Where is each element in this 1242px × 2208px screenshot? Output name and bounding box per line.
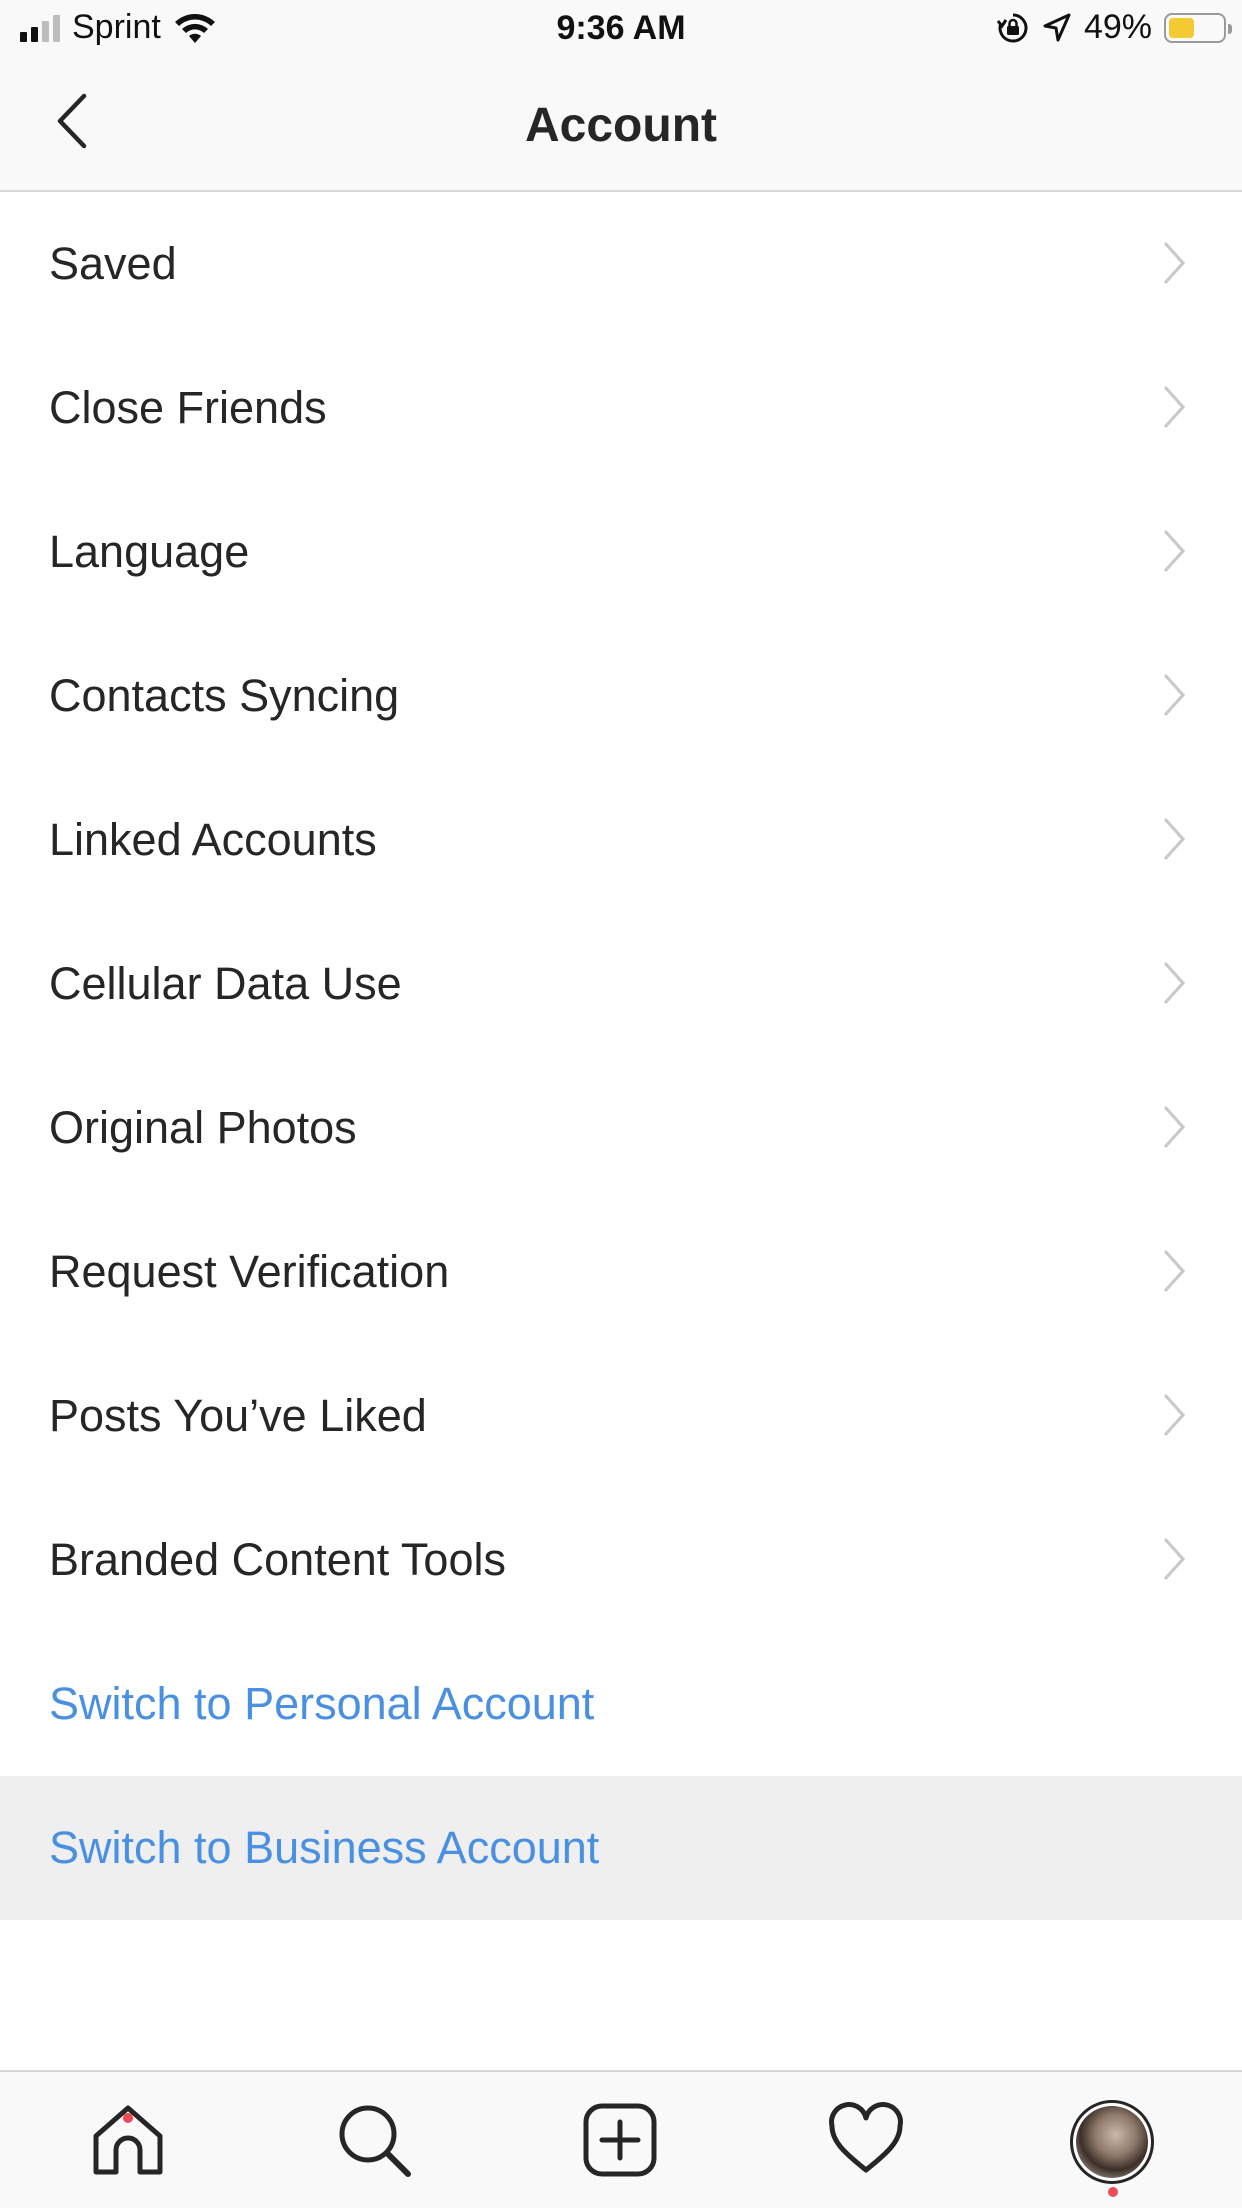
menu-item-close-friends[interactable]: Close Friends (0, 336, 1242, 480)
new-post-icon (583, 2103, 657, 2177)
chevron-right-icon (1163, 1393, 1186, 1437)
menu-item-posts-liked[interactable]: Posts You’ve Liked (0, 1344, 1242, 1488)
activity-heart-icon (829, 2102, 903, 2173)
menu-item-label: Branded Content Tools (49, 1534, 506, 1585)
battery-nub (1228, 23, 1232, 34)
menu-item-label: Close Friends (49, 382, 327, 433)
switch-personal-label: Switch to Personal Account (49, 1678, 595, 1729)
switch-to-business-account-button[interactable]: Switch to Business Account (0, 1776, 1242, 1920)
navigation-bar: Account (0, 60, 1242, 192)
switch-business-label: Switch to Business Account (49, 1822, 600, 1873)
battery-level-fill (1169, 17, 1195, 38)
menu-item-contacts-syncing[interactable]: Contacts Syncing (0, 624, 1242, 768)
tab-new-post[interactable] (580, 2100, 660, 2180)
battery-percentage: 49% (1083, 8, 1152, 46)
orientation-lock-icon (996, 13, 1028, 42)
menu-item-linked-accounts[interactable]: Linked Accounts (0, 768, 1242, 912)
chevron-right-icon (1163, 241, 1186, 285)
menu-item-saved[interactable]: Saved (0, 192, 1242, 336)
chevron-right-icon (1163, 529, 1186, 573)
menu-item-request-verification[interactable]: Request Verification (0, 1200, 1242, 1344)
chevron-right-icon (1163, 1537, 1186, 1581)
battery-icon (1164, 12, 1232, 43)
search-icon (339, 2105, 411, 2177)
chevron-right-icon (1163, 1105, 1186, 1149)
chevron-right-icon (1163, 817, 1186, 861)
menu-item-branded-content-tools[interactable]: Branded Content Tools (0, 1488, 1242, 1632)
menu-item-label: Contacts Syncing (49, 670, 400, 721)
profile-notification-dot (1108, 2187, 1118, 2197)
menu-item-cellular-data-use[interactable]: Cellular Data Use (0, 912, 1242, 1056)
tab-home[interactable] (88, 2100, 168, 2180)
menu-item-label: Language (49, 526, 250, 577)
chevron-right-icon (1163, 673, 1186, 717)
menu-item-label: Saved (49, 238, 177, 289)
tab-activity[interactable] (826, 2100, 906, 2180)
status-right: 49% (996, 8, 1232, 47)
chevron-right-icon (1163, 961, 1186, 1005)
menu-item-label: Linked Accounts (49, 814, 377, 865)
home-icon (93, 2105, 163, 2175)
home-notification-dot (123, 2113, 133, 2123)
menu-item-language[interactable]: Language (0, 480, 1242, 624)
tab-profile-avatar[interactable] (1070, 2100, 1154, 2184)
location-arrow-icon (1043, 13, 1071, 41)
tab-search[interactable] (334, 2100, 414, 2180)
account-settings-list: Saved Close Friends Language Contacts Sy… (0, 192, 1242, 1920)
menu-item-original-photos[interactable]: Original Photos (0, 1056, 1242, 1200)
menu-item-label: Original Photos (49, 1102, 357, 1153)
menu-item-label: Cellular Data Use (49, 958, 402, 1009)
switch-to-personal-account-button[interactable]: Switch to Personal Account (0, 1632, 1242, 1776)
page-title: Account (525, 99, 717, 152)
status-bar: Sprint 9:36 AM 49% (0, 0, 1242, 60)
chevron-right-icon (1163, 1249, 1186, 1293)
profile-avatar-image (1076, 2106, 1148, 2178)
menu-item-label: Request Verification (49, 1246, 450, 1297)
chevron-right-icon (1163, 385, 1186, 429)
menu-item-label: Posts You’ve Liked (49, 1390, 427, 1441)
